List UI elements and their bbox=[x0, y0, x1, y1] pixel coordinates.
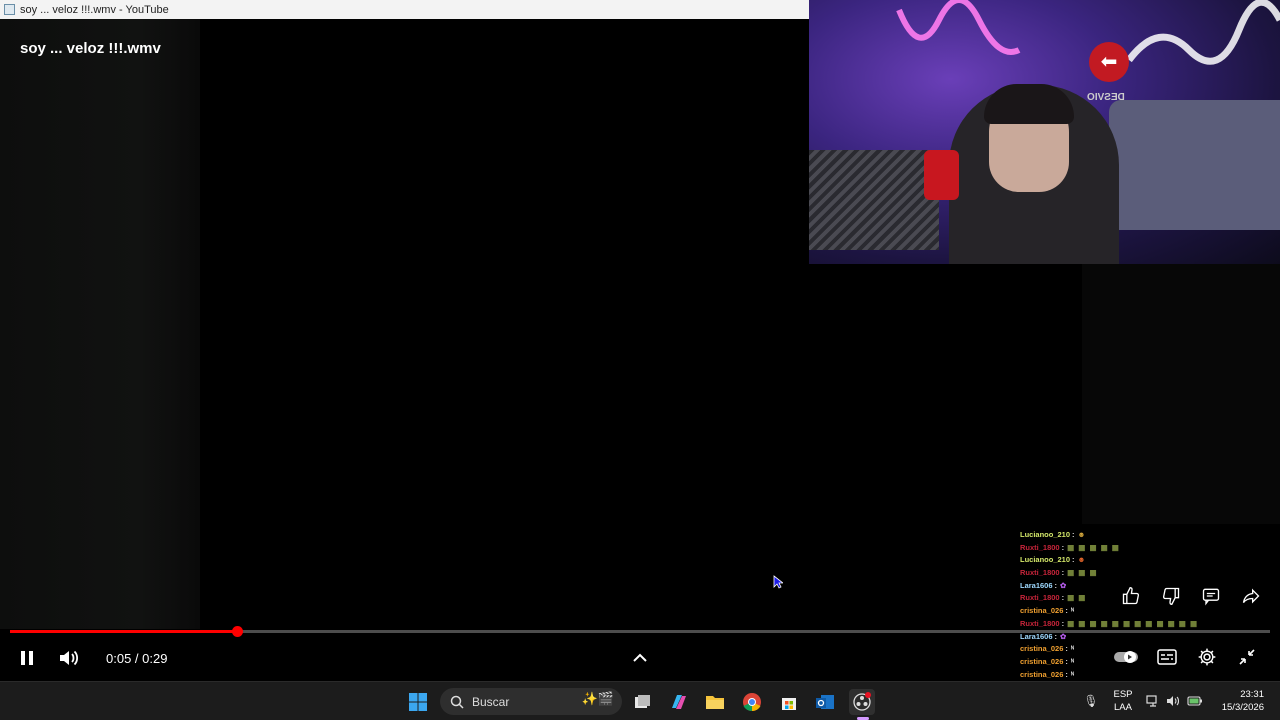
progress-fill bbox=[10, 630, 237, 633]
chat-emote: ▦ ▦ ▦ ▦ ▦ bbox=[1067, 542, 1120, 552]
outlook-icon bbox=[816, 695, 834, 709]
thumbs-down-icon[interactable] bbox=[1158, 583, 1184, 609]
pause-icon bbox=[21, 651, 33, 665]
chrome-icon bbox=[743, 693, 761, 712]
chat-username: cristina_026 bbox=[1020, 656, 1064, 666]
store-button[interactable] bbox=[776, 689, 802, 715]
video-left-region bbox=[0, 19, 200, 629]
exit-fullscreen-button[interactable] bbox=[1234, 644, 1260, 670]
settings-button[interactable] bbox=[1194, 644, 1220, 670]
chat-message: Lucianoo_210: ☻ bbox=[1020, 529, 1220, 542]
player-controls-right bbox=[1112, 644, 1260, 670]
search-highlight-icon: ✨🎬 bbox=[581, 691, 614, 706]
app-icon bbox=[4, 4, 15, 15]
gear-icon bbox=[1198, 648, 1216, 666]
language-code: ESP bbox=[1113, 689, 1133, 700]
sign-text: DESVIO bbox=[1087, 92, 1125, 103]
chevron-up-icon[interactable] bbox=[628, 646, 652, 668]
mouse-cursor-icon bbox=[773, 575, 785, 594]
chat-emote: ▦ ▦ bbox=[1067, 593, 1087, 603]
chat-username: Ruxti_1800 bbox=[1020, 618, 1060, 628]
window-title: soy ... veloz !!!.wmv - YouTube bbox=[20, 3, 169, 16]
search-icon bbox=[450, 695, 464, 709]
toggle-icon bbox=[1114, 651, 1138, 663]
taskbar-search[interactable]: Buscar ✨🎬 bbox=[440, 688, 622, 715]
microphone bbox=[924, 150, 959, 200]
bed bbox=[809, 150, 939, 250]
chat-emote: ᴺ bbox=[1070, 644, 1076, 654]
chat-emote: ᴺ bbox=[1070, 606, 1076, 616]
volume-button[interactable] bbox=[56, 645, 82, 671]
chat-emote: ᴺ bbox=[1070, 669, 1076, 679]
windows-icon bbox=[409, 693, 427, 711]
subtitles-button[interactable] bbox=[1154, 644, 1180, 670]
language-indicator[interactable]: ESP LAA bbox=[1108, 688, 1138, 714]
player-controls-left: 0:05 / 0:29 bbox=[14, 645, 167, 671]
chat-username: Lucianoo_210 bbox=[1020, 530, 1071, 539]
video-actions bbox=[1118, 583, 1264, 609]
chat-message: cristina_026: ᴺ bbox=[1020, 669, 1220, 682]
chat-message: Lucianoo_210: ☻ bbox=[1020, 554, 1220, 567]
obs-icon bbox=[853, 692, 871, 711]
task-view-button[interactable] bbox=[630, 689, 656, 715]
chat-username: Lucianoo_210 bbox=[1020, 555, 1071, 565]
window-titlebar: soy ... veloz !!!.wmv - YouTube bbox=[0, 0, 809, 19]
chat-message: Ruxti_1800: ▦ ▦ ▦ ▦ ▦ bbox=[1020, 542, 1220, 555]
streamer-hair bbox=[984, 84, 1074, 124]
volume-icon bbox=[60, 650, 79, 666]
chat-username: cristina_026 bbox=[1020, 669, 1064, 679]
autoplay-toggle[interactable] bbox=[1112, 644, 1140, 670]
copilot-button[interactable] bbox=[666, 689, 692, 715]
copilot-icon bbox=[672, 695, 686, 709]
obs-button[interactable] bbox=[849, 689, 875, 715]
chat-username: Ruxti_1800 bbox=[1020, 542, 1060, 552]
network-icon[interactable] bbox=[1144, 692, 1162, 710]
keyboard-layout: LAA bbox=[1114, 702, 1132, 713]
speaker-icon[interactable] bbox=[1164, 692, 1182, 710]
sofa bbox=[1109, 100, 1280, 230]
chat-username: cristina_026 bbox=[1020, 606, 1064, 616]
chat-username: cristina_026 bbox=[1020, 644, 1064, 654]
chat-emote: ᴺ bbox=[1070, 656, 1076, 666]
progress-bar[interactable] bbox=[10, 626, 1270, 637]
system-clock[interactable]: 23:31 15/3/2026 bbox=[1212, 688, 1264, 714]
chrome-button[interactable] bbox=[739, 689, 765, 715]
folder-icon bbox=[706, 696, 724, 709]
chat-emote: ▦ ▦ ▦ bbox=[1067, 568, 1098, 578]
chat-message: Ruxti_1800: ▦ ▦ ▦ ▦ ▦ ▦ ▦ ▦ ▦ ▦ ▦ ▦ bbox=[1020, 618, 1220, 631]
exit-fullscreen-icon bbox=[1239, 649, 1255, 665]
chat-username: Ruxti_1800 bbox=[1020, 568, 1060, 578]
chat-username: Lara1606 bbox=[1020, 580, 1053, 590]
chat-emote: ✿ bbox=[1060, 580, 1068, 590]
webcam-overlay: ⬅ DESVIO bbox=[809, 0, 1280, 264]
search-placeholder: Buscar bbox=[472, 694, 510, 709]
chat-emote: ▦ ▦ ▦ ▦ ▦ ▦ ▦ ▦ ▦ ▦ ▦ ▦ bbox=[1067, 618, 1199, 628]
outlook-button[interactable] bbox=[812, 689, 838, 715]
task-view-icon bbox=[635, 695, 650, 708]
chat-emote: ☻ bbox=[1077, 530, 1087, 539]
video-right-region bbox=[1082, 264, 1280, 524]
subtitles-icon bbox=[1157, 649, 1177, 665]
microphone-icon[interactable]: 🎙 bbox=[1082, 692, 1100, 710]
chat-emote: ☻ bbox=[1077, 555, 1087, 565]
comment-icon[interactable] bbox=[1198, 583, 1224, 609]
chat-username: Ruxti_1800 bbox=[1020, 593, 1060, 603]
thumbs-up-icon[interactable] bbox=[1118, 583, 1144, 609]
file-explorer-button[interactable] bbox=[702, 689, 728, 715]
clock-time: 23:31 bbox=[1240, 689, 1264, 700]
time-display: 0:05 / 0:29 bbox=[106, 650, 168, 666]
start-button[interactable] bbox=[405, 689, 431, 715]
taskbar: Buscar ✨🎬 🎙 ESP LAA 23:31 15/3/2026 bbox=[0, 681, 1280, 720]
progress-scrubber[interactable] bbox=[231, 626, 243, 637]
share-icon[interactable] bbox=[1238, 583, 1264, 609]
clock-date: 15/3/2026 bbox=[1221, 702, 1264, 713]
store-icon bbox=[782, 698, 796, 710]
video-title[interactable]: soy ... veloz !!!.wmv bbox=[20, 40, 161, 57]
chat-message: Ruxti_1800: ▦ ▦ ▦ bbox=[1020, 567, 1220, 580]
pause-button[interactable] bbox=[14, 645, 40, 671]
arrow-sign-icon: ⬅ bbox=[1089, 42, 1129, 82]
battery-icon[interactable] bbox=[1186, 692, 1204, 710]
